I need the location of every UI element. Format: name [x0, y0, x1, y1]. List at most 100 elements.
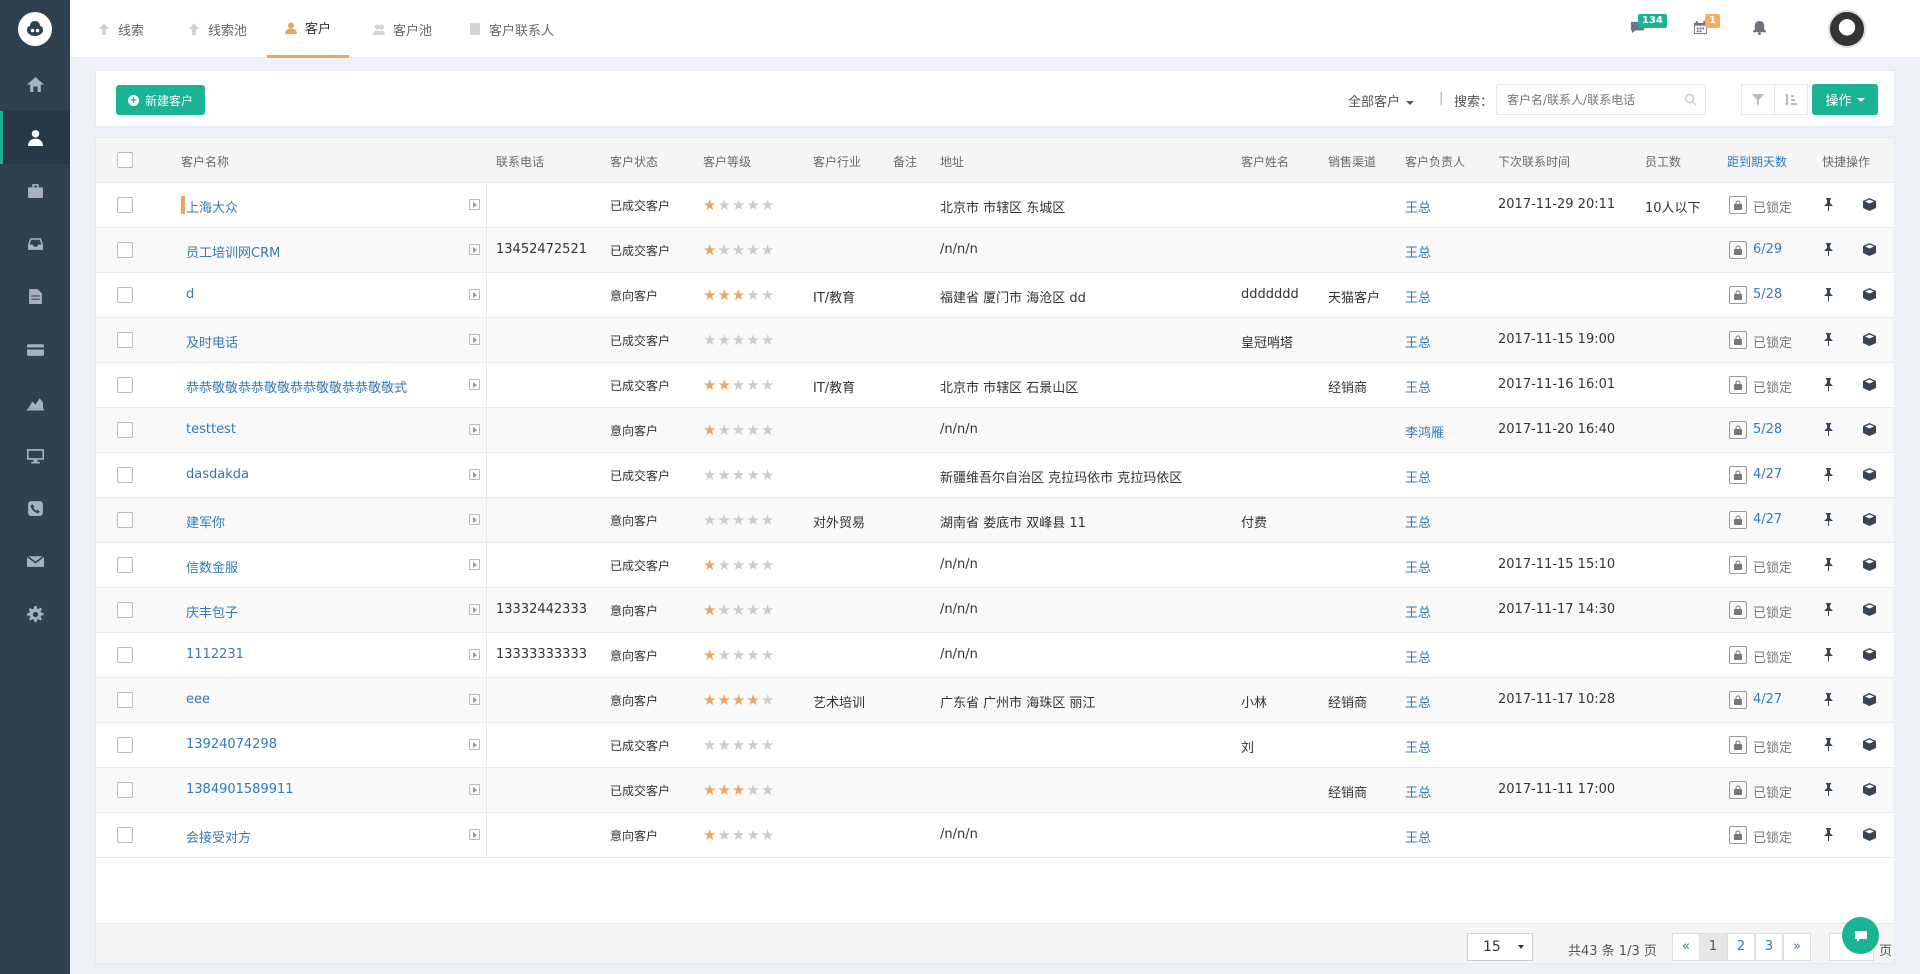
lock-icon[interactable]: [1729, 781, 1747, 799]
expand-icon[interactable]: [469, 739, 480, 750]
table-row[interactable]: 恭恭敬敬恭恭敬敬恭恭敬敬恭恭敬敬式 已成交客户 ★★★★★ IT/教育 北京市 市辖区 …: [96, 363, 1894, 408]
table-row[interactable]: 13924074298 已成交客户 ★★★★★ 刘 王总 已锁定: [96, 723, 1894, 768]
owner-link[interactable]: 李鸿雁: [1405, 422, 1444, 441]
pin-icon[interactable]: [1822, 828, 1835, 841]
col-owner[interactable]: 客户负责人: [1405, 153, 1465, 170]
col-contact[interactable]: 客户姓名: [1241, 153, 1289, 170]
pin-icon[interactable]: [1822, 783, 1835, 796]
owner-link[interactable]: 王总: [1405, 692, 1431, 711]
sidebar-item-document[interactable]: [0, 270, 70, 323]
row-checkbox[interactable]: [117, 332, 133, 348]
expand-icon[interactable]: [469, 379, 480, 390]
cube-icon[interactable]: [1863, 648, 1876, 661]
table-row[interactable]: 1384901589911 已成交客户 ★★★★★ 经销商 王总 2017-11-11 1…: [96, 768, 1894, 813]
cube-icon[interactable]: [1863, 288, 1876, 301]
owner-link[interactable]: 王总: [1405, 287, 1431, 306]
row-checkbox[interactable]: [117, 512, 133, 528]
lock-icon[interactable]: [1729, 241, 1747, 259]
expand-icon[interactable]: [469, 694, 480, 705]
pin-icon[interactable]: [1822, 468, 1835, 481]
pin-icon[interactable]: [1822, 738, 1835, 751]
table-row[interactable]: 员工培训网CRM 13452472521 已成交客户 ★★★★★ /n/n/n 王总 6/2…: [96, 228, 1894, 273]
lock-icon[interactable]: [1729, 376, 1747, 394]
lock-icon[interactable]: [1729, 511, 1747, 529]
page-3-button[interactable]: 3: [1755, 933, 1783, 961]
sidebar-item-credit-card[interactable]: [0, 323, 70, 376]
pin-icon[interactable]: [1822, 603, 1835, 616]
customer-name-link[interactable]: testtest: [186, 422, 236, 437]
customer-name-link[interactable]: 恭恭敬敬恭恭敬敬恭恭敬敬恭恭敬敬式: [186, 377, 407, 396]
expand-icon[interactable]: [469, 829, 480, 840]
tab-lead-pool[interactable]: 线索池: [170, 0, 265, 58]
messages-button[interactable]: 134: [1630, 14, 1667, 36]
col-channel[interactable]: 销售渠道: [1328, 153, 1376, 170]
customer-name-link[interactable]: eee: [186, 692, 210, 707]
lock-icon[interactable]: [1729, 646, 1747, 664]
lock-icon[interactable]: [1729, 691, 1747, 709]
owner-link[interactable]: 王总: [1405, 557, 1431, 576]
pin-icon[interactable]: [1822, 333, 1835, 346]
expand-icon[interactable]: [469, 784, 480, 795]
customer-name-link[interactable]: 1112231: [186, 647, 244, 662]
cube-icon[interactable]: [1863, 468, 1876, 481]
customer-name-link[interactable]: dasdakda: [186, 467, 249, 482]
operations-dropdown-button[interactable]: 操作: [1812, 84, 1878, 115]
pin-icon[interactable]: [1822, 243, 1835, 256]
row-checkbox[interactable]: [117, 647, 133, 663]
cube-icon[interactable]: [1863, 198, 1876, 211]
expand-icon[interactable]: [469, 514, 480, 525]
sidebar-item-briefcase[interactable]: [0, 164, 70, 217]
sidebar-item-gear[interactable]: [0, 588, 70, 641]
row-checkbox[interactable]: [117, 197, 133, 213]
lock-icon[interactable]: [1729, 826, 1747, 844]
customer-name-link[interactable]: 13924074298: [186, 737, 277, 752]
table-row[interactable]: 建军你 意向客户 ★★★★★ 对外贸易 湖南省 娄底市 双峰县 11 付费 王总 4/27: [96, 498, 1894, 543]
col-name[interactable]: 客户名称: [181, 153, 229, 170]
pin-icon[interactable]: [1822, 423, 1835, 436]
col-note[interactable]: 备注: [893, 153, 917, 170]
lock-icon[interactable]: [1729, 601, 1747, 619]
notifications-button[interactable]: [1752, 20, 1768, 36]
owner-link[interactable]: 王总: [1405, 467, 1431, 486]
customer-name-link[interactable]: 及时电话: [186, 332, 238, 351]
sidebar-item-monitor[interactable]: [0, 429, 70, 482]
col-phone[interactable]: 联系电话: [496, 153, 544, 170]
sidebar-item-envelope[interactable]: [0, 535, 70, 588]
search-input[interactable]: [1497, 85, 1672, 114]
filter-button[interactable]: [1741, 84, 1775, 115]
owner-link[interactable]: 王总: [1405, 377, 1431, 396]
owner-link[interactable]: 王总: [1405, 827, 1431, 846]
lock-icon[interactable]: [1729, 196, 1747, 214]
table-row[interactable]: 上海大众 已成交客户 ★★★★★ 北京市 市辖区 东城区 王总 2017-11-29 20…: [96, 183, 1894, 228]
pin-icon[interactable]: [1822, 198, 1835, 211]
row-checkbox[interactable]: [117, 782, 133, 798]
row-checkbox[interactable]: [117, 737, 133, 753]
cube-icon[interactable]: [1863, 558, 1876, 571]
expand-icon[interactable]: [469, 289, 480, 300]
expand-icon[interactable]: [469, 424, 480, 435]
customer-scope-dropdown[interactable]: 全部客户: [1348, 91, 1415, 110]
pin-icon[interactable]: [1822, 378, 1835, 391]
lock-icon[interactable]: [1729, 556, 1747, 574]
expand-icon[interactable]: [469, 334, 480, 345]
row-checkbox[interactable]: [117, 422, 133, 438]
customer-name-link[interactable]: 建军你: [186, 512, 225, 531]
row-checkbox[interactable]: [117, 827, 133, 843]
sidebar-item-user[interactable]: [0, 111, 70, 164]
prev-page-button[interactable]: «: [1672, 933, 1700, 961]
col-industry[interactable]: 客户行业: [813, 153, 861, 170]
row-checkbox[interactable]: [117, 287, 133, 303]
sidebar-item-area-chart[interactable]: [0, 376, 70, 429]
lock-icon[interactable]: [1729, 421, 1747, 439]
cube-icon[interactable]: [1863, 243, 1876, 256]
owner-link[interactable]: 王总: [1405, 782, 1431, 801]
pin-icon[interactable]: [1822, 558, 1835, 571]
lock-icon[interactable]: [1729, 466, 1747, 484]
app-logo[interactable]: [0, 0, 70, 58]
col-days[interactable]: 距到期天数: [1727, 153, 1787, 170]
sidebar-item-inbox[interactable]: [0, 217, 70, 270]
customer-name-link[interactable]: 上海大众: [186, 197, 238, 216]
expand-icon[interactable]: [469, 604, 480, 615]
tab-customers[interactable]: 客户: [267, 0, 350, 58]
lock-icon[interactable]: [1729, 331, 1747, 349]
